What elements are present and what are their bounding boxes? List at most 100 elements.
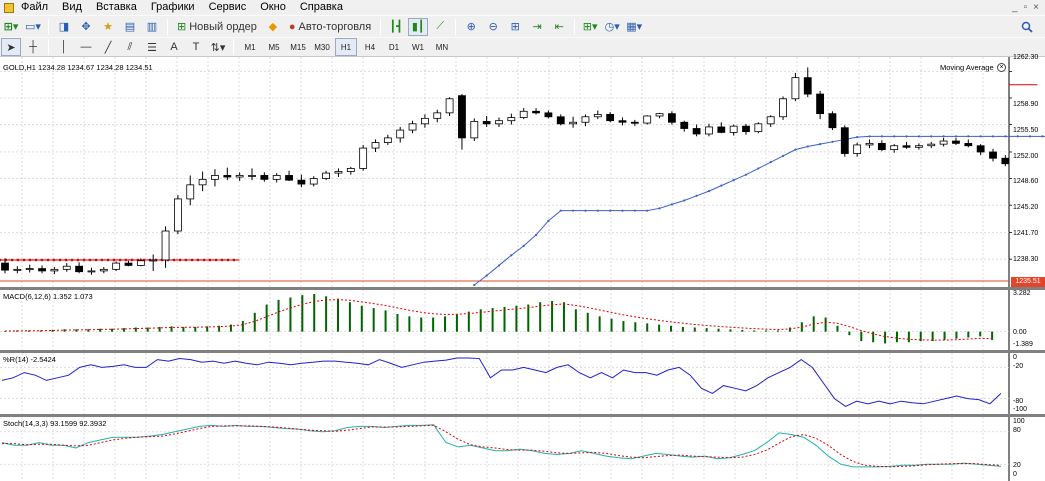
close-indicator-icon[interactable]: × [997,63,1006,72]
menu-help[interactable]: Справка [293,0,350,15]
candle-bull [309,178,318,185]
stop-level-dot [106,258,110,262]
templates-icon[interactable]: ▦▾ [624,18,644,36]
candle-bear [544,112,553,118]
moving-average-dot [720,184,723,187]
wpr-header: %R(14) -2.5424 [3,355,56,364]
trendline-icon[interactable]: ╱ [98,38,118,56]
timeframe-m15[interactable]: M15 [287,38,309,56]
navigator-icon[interactable]: ✥ [76,18,96,36]
terminal-icon[interactable]: ▤ [120,18,140,36]
pane-separator[interactable] [0,414,1045,417]
market-watch-icon[interactable]: ◨ [54,18,74,36]
chart-shift-icon[interactable]: ⇤ [549,18,569,36]
moving-average-dot [1016,135,1019,138]
stop-level-dot [52,258,56,262]
vertical-line-icon[interactable]: │ [54,38,74,56]
chart-canvas[interactable] [0,57,1045,481]
zoom-out-icon[interactable]: ⊖ [483,18,503,36]
candle-bull [791,77,800,100]
stop-level-dot [28,258,32,262]
favorites-icon[interactable]: ★ [98,18,118,36]
window-controls: _ ▫ × [1012,2,1045,13]
text-icon[interactable]: A [164,38,184,56]
pane-separator[interactable] [0,350,1045,353]
moving-average-dot [819,143,822,146]
stop-level-dot [208,258,212,262]
candlestick-icon[interactable]: ▮┃ [408,17,429,36]
timeframe-m1[interactable]: M1 [239,38,261,56]
menu-charts[interactable]: Графики [144,0,202,15]
stop-level-dot [22,258,26,262]
close-button[interactable]: × [1033,2,1039,13]
candle-bear [668,113,676,123]
candle-bull [593,114,602,118]
wpr-tick: 0 [1013,354,1017,361]
chart-window[interactable]: GOLD,H1 1234.28 1234.67 1234.28 1234.51 … [0,54,1045,481]
moving-average-dot [917,135,921,138]
stop-level-dot [172,258,176,262]
candle-bear [630,121,639,124]
timeframe-d1[interactable]: D1 [383,38,405,56]
indicator-label: Moving Average [940,63,994,72]
standard-toolbar: ⊞▾ ▭▾ ◨ ✥ ★ ▤ ▥ ⊞ Новый ордер ◆ ● Авто-т… [0,15,1045,37]
candle-bull [161,230,170,261]
indicators-icon[interactable]: ⊞▾ [580,18,600,36]
stop-level-dot [220,258,224,262]
candle-bull [754,123,763,133]
timeframe-h1[interactable]: H1 [335,38,357,56]
restore-button[interactable]: ▫ [1024,2,1028,13]
fibonacci-icon[interactable]: ☰ [142,38,162,56]
timeframe-h4[interactable]: H4 [359,38,381,56]
minimize-button[interactable]: _ [1012,2,1018,13]
moving-average-dot [868,135,871,138]
tester-icon[interactable]: ▥ [142,18,162,36]
label-icon[interactable]: T [186,38,206,56]
moving-average-dot [658,207,661,210]
timeframe-m5[interactable]: M5 [263,38,285,56]
crosshair-icon[interactable]: ┼ [23,38,43,56]
candle-bear [75,265,83,273]
moving-average-dot [967,135,970,138]
pane-separator[interactable] [0,287,1045,290]
moving-average-dot [497,264,501,267]
autoscroll-icon[interactable]: ⇥ [527,18,547,36]
arrows-icon[interactable]: ⇅▾ [208,38,228,56]
bar-chart-icon[interactable]: ┃┫ [386,18,406,36]
tile-windows-icon[interactable]: ⊞ [505,18,525,36]
candle-bull [186,184,195,200]
search-button[interactable] [1017,18,1037,36]
autotrading-button[interactable]: ● Авто-торговля [285,18,375,36]
moving-average-dot [584,209,587,212]
menu-window[interactable]: Окно [253,0,293,15]
menu-tools[interactable]: Сервис [202,0,254,15]
candle-bull [705,126,713,135]
stop-level-dot [130,258,134,262]
metaeditor-icon[interactable]: ◆ [263,18,283,36]
line-chart-icon[interactable]: ⟋ [430,18,450,36]
price-tick: 1262.30 [1013,54,1039,61]
timeframe-w1[interactable]: W1 [407,38,429,56]
profiles-icon[interactable]: ▭▾ [23,18,43,36]
menu-insert[interactable]: Вставка [89,0,144,15]
stop-level-dot [70,258,74,262]
timeframe-mn[interactable]: MN [431,38,453,56]
menu-file[interactable]: Файл [14,0,55,15]
app-icon[interactable] [4,2,14,13]
moving-average-dot [609,209,612,212]
stop-level-dot [196,258,200,262]
candle-bull [248,175,256,177]
candle-bull [433,112,442,119]
channel-icon[interactable]: ⫽ [120,38,140,56]
new-order-button[interactable]: ⊞ Новый ордер [173,18,261,36]
moving-average-dot [856,136,859,139]
horizontal-line-icon[interactable]: — [76,38,96,56]
stop-level-dot [88,258,92,262]
stop-level-dot [46,258,50,262]
periods-icon[interactable]: ◷▾ [602,18,622,36]
timeframe-m30[interactable]: M30 [311,38,333,56]
cursor-icon[interactable]: ➤ [1,38,21,56]
menu-view[interactable]: Вид [55,0,89,15]
new-chart-icon[interactable]: ⊞▾ [1,18,21,36]
zoom-in-icon[interactable]: ⊕ [461,18,481,36]
